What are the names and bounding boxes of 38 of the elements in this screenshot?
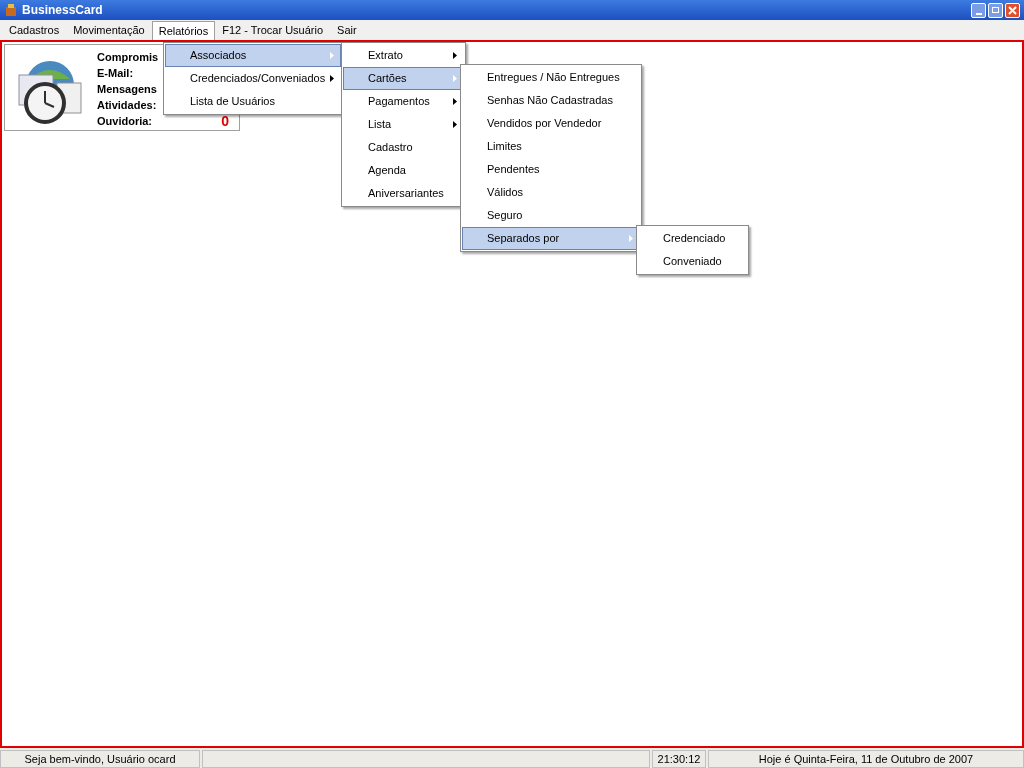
menu-entry[interactable]: Cadastro [343, 136, 464, 159]
menu-entry[interactable]: Senhas Não Cadastradas [462, 89, 640, 112]
menu-item[interactable]: Relatórios [151, 21, 216, 40]
menu-entry[interactable]: Aniversariantes [343, 182, 464, 205]
calendar-clock-icon [15, 59, 85, 125]
app-icon [4, 3, 18, 17]
info-label: Compromis [97, 49, 159, 65]
time-status: 21:30:12 [652, 750, 706, 768]
menu-entry[interactable]: Pendentes [462, 158, 640, 181]
menu-item[interactable]: F12 - Trocar Usuário [215, 21, 331, 40]
menu-entry[interactable]: Seguro [462, 204, 640, 227]
menu-entry[interactable]: Entregues / Não Entregues [462, 66, 640, 89]
info-label: E-Mail: [97, 65, 134, 81]
menu-entry[interactable]: Credenciados/Conveniados [165, 67, 341, 90]
menu-entry[interactable]: Credenciado [638, 227, 747, 250]
menu-entry[interactable]: Lista de Usuários [165, 90, 341, 113]
menu-item[interactable]: Cadastros [2, 21, 67, 40]
menu-entry[interactable]: Vendidos por Vendedor [462, 112, 640, 135]
menu-entry[interactable]: Válidos [462, 181, 640, 204]
window-title: BusinessCard [22, 2, 103, 19]
close-button[interactable] [1005, 2, 1020, 18]
menu-item[interactable]: Sair [330, 21, 364, 40]
info-value: 0 [221, 111, 229, 131]
menu-entry[interactable]: Extrato [343, 44, 464, 67]
info-label: Mensagens [97, 81, 157, 97]
welcome-status: Seja bem-vindo, Usuário ocard [0, 750, 200, 768]
menu-entry[interactable]: Agenda [343, 159, 464, 182]
menu-item[interactable]: Movimentação [66, 21, 152, 40]
info-label: Atividades: [97, 97, 157, 113]
date-status: Hoje é Quinta-Feira, 11 de Outubro de 2007 [708, 750, 1024, 768]
menu-entry[interactable]: Lista [343, 113, 464, 136]
minimize-button[interactable] [971, 2, 986, 18]
menu-entry[interactable]: Pagamentos [343, 90, 464, 113]
menu-entry[interactable]: Conveniado [638, 250, 747, 273]
menu-entry[interactable]: Associados [165, 44, 341, 67]
menu-entry[interactable]: Limites [462, 135, 640, 158]
info-label: Ouvidoria: [97, 113, 152, 129]
restore-button[interactable] [988, 2, 1003, 18]
